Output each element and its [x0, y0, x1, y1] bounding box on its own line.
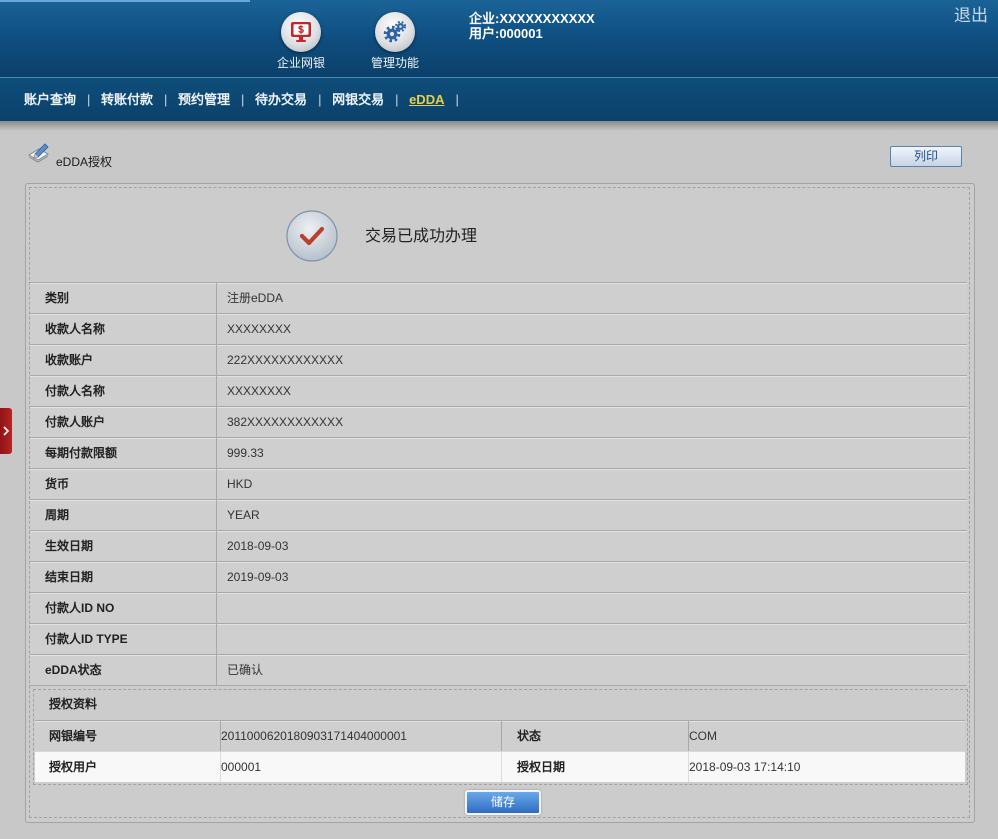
- details-table: 类别 注册eDDA 收款人名称 XXXXXXXX 收款账户 222XXXXXXXXXX…: [30, 282, 967, 686]
- nav-separator: |: [164, 91, 168, 107]
- detail-label: 付款人名称: [30, 376, 217, 406]
- detail-row: 结束日期 2019-09-03: [30, 561, 967, 592]
- detail-value: 222XXXXXXXXXXXX: [227, 353, 344, 367]
- detail-label: 生效日期: [30, 531, 217, 561]
- nav-separator: |: [318, 91, 322, 107]
- page-title: eDDA授权: [56, 155, 113, 169]
- detail-row: 付款人名称 XXXXXXXX: [30, 375, 967, 406]
- auth-label: 网银编号: [35, 721, 221, 751]
- detail-row: 付款人ID NO: [30, 592, 967, 623]
- detail-label: 每期付款限额: [30, 438, 217, 468]
- detail-row: 每期付款限额 999.33: [30, 437, 967, 468]
- top-header: 企业网银 管理功能 企业:XXXXXXXXXXX 用户:000001 退出: [0, 0, 998, 77]
- detail-row: 类别 注册eDDA: [30, 282, 967, 313]
- monitor-dollar-icon: [281, 12, 321, 52]
- detail-row: eDDA状态 已确认: [30, 654, 967, 685]
- auth-row-highlighted: 授权用户 000001 授权日期 2018-09-03 17:14:10: [35, 751, 965, 782]
- detail-value: HKD: [227, 477, 253, 491]
- print-button[interactable]: 列印: [890, 146, 962, 167]
- side-panel-toggle[interactable]: [0, 408, 12, 454]
- detail-label: 付款人ID NO: [30, 593, 217, 623]
- detail-value: 已确认: [227, 663, 264, 677]
- auth-label: 授权用户: [35, 752, 221, 782]
- detail-label: eDDA状态: [30, 655, 217, 685]
- detail-label: 结束日期: [30, 562, 217, 592]
- detail-value: XXXXXXXX: [227, 384, 292, 398]
- detail-label: 收款人名称: [30, 314, 217, 344]
- detail-row: 付款人ID TYPE: [30, 623, 967, 654]
- module-label: 企业网银: [276, 56, 325, 70]
- detail-value: [217, 593, 967, 623]
- detail-value: YEAR: [227, 508, 260, 522]
- detail-value: 2018-09-03: [227, 539, 289, 553]
- module-management[interactable]: 管理功能: [360, 12, 430, 70]
- nav-item-account-inquiry[interactable]: 账户查询: [24, 92, 76, 108]
- nav-shadow: [0, 121, 998, 131]
- detail-row: 收款人名称 XXXXXXXX: [30, 313, 967, 344]
- nav-item-online-transactions[interactable]: 网银交易: [332, 92, 384, 108]
- check-circle-icon: [286, 210, 338, 262]
- chevron-right-icon: [3, 426, 10, 436]
- pencil-edit-icon: [28, 143, 49, 163]
- detail-label: 货币: [30, 469, 217, 499]
- user-id: 用户:000001: [469, 26, 543, 41]
- detail-row: 收款账户 222XXXXXXXXXXXX: [30, 344, 967, 375]
- main-nav: 账户查询 | 转账付款 | 预约管理 | 待办交易 | 网银交易 | eDDA …: [0, 77, 998, 121]
- detail-label: 付款人ID TYPE: [30, 624, 217, 654]
- detail-value: XXXXXXXX: [227, 322, 292, 336]
- auth-row: 网银编号 2011000620180903171404000001 状态 COM: [35, 720, 965, 751]
- nav-item-edda[interactable]: eDDA: [409, 92, 444, 108]
- module-corporate-banking[interactable]: 企业网银: [266, 12, 336, 70]
- detail-label: 类别: [30, 283, 217, 313]
- detail-label: 收款账户: [30, 345, 217, 375]
- auth-value: 2018-09-03 17:14:10: [689, 760, 801, 774]
- header-accent-strip: [0, 0, 250, 2]
- auth-value: 2011000620180903171404000001: [221, 721, 502, 751]
- detail-value: 2019-09-03: [227, 570, 289, 584]
- save-button[interactable]: 储存: [465, 790, 541, 815]
- detail-row: 付款人账户 382XXXXXXXXXXXX: [30, 406, 967, 437]
- detail-value: 382XXXXXXXXXXXX: [227, 415, 344, 429]
- nav-item-transfer-payment[interactable]: 转账付款: [101, 92, 153, 108]
- user-info: 企业:XXXXXXXXXXX 用户:000001: [469, 11, 595, 41]
- nav-item-pending[interactable]: 待办交易: [255, 92, 307, 108]
- detail-value: 999.33: [227, 446, 264, 460]
- auth-label: 状态: [502, 721, 689, 751]
- module-label: 管理功能: [370, 56, 419, 70]
- nav-separator: |: [455, 91, 459, 107]
- gears-icon: [375, 12, 415, 52]
- nav-item-scheduled[interactable]: 预约管理: [178, 92, 230, 108]
- auth-value: 000001: [221, 752, 502, 782]
- nav-separator: |: [395, 91, 399, 107]
- detail-value: 注册eDDA: [227, 291, 284, 305]
- success-message: 交易已成功办理: [365, 228, 478, 245]
- auth-value: COM: [689, 729, 717, 743]
- detail-label: 付款人账户: [30, 407, 217, 437]
- logout-link[interactable]: 退出: [954, 6, 988, 26]
- nav-separator: |: [241, 91, 245, 107]
- detail-value: [217, 624, 967, 654]
- detail-row: 货币 HKD: [30, 468, 967, 499]
- detail-row: 生效日期 2018-09-03: [30, 530, 967, 561]
- detail-row: 周期 YEAR: [30, 499, 967, 530]
- nav-separator: |: [87, 91, 91, 107]
- detail-label: 周期: [30, 500, 217, 530]
- company-name: 企业:XXXXXXXXXXX: [469, 11, 595, 26]
- auth-label: 授权日期: [502, 752, 689, 782]
- authorization-section-title: 授权资料: [49, 697, 98, 711]
